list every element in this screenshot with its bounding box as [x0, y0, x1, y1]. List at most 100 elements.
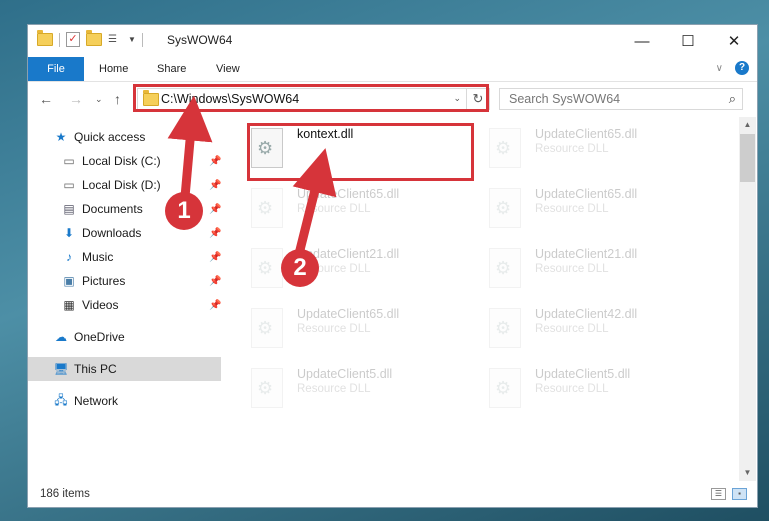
- dll-file-icon: [489, 308, 521, 348]
- sidebar-item-quick-access[interactable]: ★ Quick access: [53, 125, 246, 149]
- file-type: Resource DLL: [297, 203, 371, 215]
- file-name: UpdateClient21.dll: [535, 247, 638, 261]
- chevron-down-icon[interactable]: ▼: [128, 35, 136, 44]
- file-name: UpdateClient5.dll: [297, 367, 393, 381]
- tab-home[interactable]: Home: [99, 57, 128, 81]
- pin-icon: 📌: [209, 299, 222, 311]
- file-name: UpdateClient65.dll: [535, 187, 638, 201]
- sidebar-item-local-disk-c[interactable]: ▭ Local Disk (C:) 📌: [28, 149, 221, 173]
- file-name: UpdateClient65.dll: [297, 307, 400, 321]
- file-item[interactable]: UpdateClient65.dll Resource DLL: [485, 123, 715, 173]
- search-icon[interactable]: ⌕: [729, 91, 736, 107]
- sidebar-item-pictures[interactable]: ▣ Pictures 📌: [28, 269, 221, 293]
- search-box[interactable]: Search SysWOW64 ⌕: [499, 88, 743, 110]
- close-button[interactable]: ✕: [711, 25, 757, 57]
- drive-icon: ▭: [63, 154, 75, 168]
- file-name: UpdateClient65.dll: [297, 187, 400, 201]
- videos-icon: ▦: [63, 298, 75, 312]
- cloud-icon: ☁: [55, 330, 67, 344]
- sidebar-item-music[interactable]: ♪ Music 📌: [28, 245, 221, 269]
- sidebar-item-label: Downloads: [82, 226, 142, 240]
- pin-icon: 📌: [209, 203, 222, 215]
- customize-icon[interactable]: ☰: [108, 34, 122, 46]
- sidebar-item-label: Network: [74, 394, 119, 408]
- scroll-up-icon[interactable]: ▲: [739, 117, 756, 133]
- sidebar-item-label: Local Disk (C:): [82, 154, 161, 168]
- pin-icon: 📌: [209, 275, 222, 287]
- pin-icon: 📌: [209, 179, 222, 191]
- status-bar: 186 items ☰ ▪: [28, 483, 757, 507]
- sidebar-item-label: Local Disk (D:): [82, 178, 161, 192]
- music-icon: ♪: [66, 250, 72, 264]
- tab-share[interactable]: Share: [157, 57, 186, 81]
- folder-icon: [37, 30, 53, 46]
- file-highlight-box: [247, 123, 474, 181]
- up-arrow-icon[interactable]: ↑: [114, 91, 121, 107]
- sidebar-item-label: Music: [82, 250, 114, 264]
- tab-view[interactable]: View: [216, 57, 240, 81]
- file-item[interactable]: UpdateClient42.dll Resource DLL: [485, 303, 715, 353]
- file-item[interactable]: UpdateClient65.dll Resource DLL: [247, 303, 477, 353]
- minimize-button[interactable]: —: [619, 25, 665, 57]
- scroll-thumb[interactable]: [740, 134, 755, 182]
- file-type: Resource DLL: [297, 383, 371, 395]
- item-count: 186 items: [40, 488, 90, 500]
- address-highlight-box: [133, 84, 489, 112]
- sidebar-item-label: Quick access: [74, 130, 146, 144]
- sidebar-item-network[interactable]: 🖧 Network: [28, 389, 221, 413]
- computer-icon: 🖥: [53, 362, 69, 376]
- help-icon[interactable]: ?: [735, 61, 749, 75]
- sidebar-item-label: Documents: [82, 202, 143, 216]
- properties-check-icon[interactable]: ✓: [66, 32, 80, 47]
- window-title: SysWOW64: [167, 33, 233, 47]
- ribbon-right: ∨ ?: [716, 61, 749, 75]
- file-type: Resource DLL: [535, 263, 609, 275]
- step-1-badge: 1: [165, 192, 203, 230]
- file-type: Resource DLL: [535, 383, 609, 395]
- new-folder-icon[interactable]: [86, 30, 102, 46]
- pin-icon: 📌: [209, 251, 222, 263]
- drive-icon: ▭: [63, 178, 75, 192]
- expand-ribbon-icon[interactable]: ∨: [716, 63, 723, 74]
- file-name: UpdateClient42.dll: [535, 307, 638, 321]
- sidebar-item-videos[interactable]: ▦ Videos 📌: [28, 293, 221, 317]
- file-item[interactable]: UpdateClient65.dll Resource DLL: [247, 183, 477, 233]
- file-type: Resource DLL: [535, 323, 609, 335]
- toolbar-divider: [59, 32, 60, 47]
- tab-file[interactable]: File: [28, 57, 84, 81]
- dll-file-icon: [251, 308, 283, 348]
- file-item[interactable]: UpdateClient65.dll Resource DLL: [485, 183, 715, 233]
- navigation-pane: ★ Quick access ▭ Local Disk (C:) 📌 ▭ Loc…: [28, 117, 221, 481]
- file-item[interactable]: UpdateClient21.dll Resource DLL: [485, 243, 715, 293]
- details-view-icon[interactable]: ☰: [711, 488, 726, 500]
- large-icons-view-icon[interactable]: ▪: [732, 488, 747, 500]
- sidebar-item-onedrive[interactable]: ☁ OneDrive: [28, 325, 221, 349]
- sidebar-item-label: Videos: [82, 298, 119, 312]
- scroll-down-icon[interactable]: ▼: [739, 465, 756, 481]
- dll-file-icon: [489, 368, 521, 408]
- sidebar-item-label: This PC: [74, 362, 117, 376]
- file-type: Resource DLL: [535, 203, 609, 215]
- explorer-window: ✓ ☰ ▼ SysWOW64 — ☐ ✕ File Home Share Vie…: [27, 24, 758, 508]
- file-type: Resource DLL: [297, 323, 371, 335]
- sidebar-item-this-pc[interactable]: 🖥 This PC: [28, 357, 221, 381]
- file-name: UpdateClient5.dll: [535, 367, 631, 381]
- documents-icon: ▤: [63, 202, 75, 216]
- maximize-button[interactable]: ☐: [665, 25, 711, 57]
- navigation-bar: ← → ⌄ ↑ C:\Windows\SysWOW64 ⌄ ↻ Search S…: [28, 82, 757, 116]
- quick-access-toolbar: ✓ ☰ ▼: [37, 30, 143, 47]
- search-input[interactable]: Search SysWOW64: [509, 92, 620, 106]
- download-icon: ⬇: [63, 226, 75, 240]
- file-item[interactable]: UpdateClient5.dll Resource DLL: [247, 363, 477, 413]
- file-type: Resource DLL: [535, 143, 609, 155]
- forward-arrow-icon[interactable]: →: [69, 91, 83, 107]
- vertical-scrollbar[interactable]: ▲ ▼: [739, 117, 756, 481]
- dll-file-icon: [251, 248, 283, 288]
- view-toggle: ☰ ▪: [711, 488, 747, 500]
- sidebar-item-label: Pictures: [82, 274, 126, 288]
- file-item[interactable]: UpdateClient5.dll Resource DLL: [485, 363, 715, 413]
- pictures-icon: ▣: [63, 274, 75, 288]
- back-arrow-icon[interactable]: ←: [39, 91, 53, 107]
- caption-buttons: — ☐ ✕: [619, 25, 757, 57]
- recent-locations-icon[interactable]: ⌄: [95, 94, 103, 105]
